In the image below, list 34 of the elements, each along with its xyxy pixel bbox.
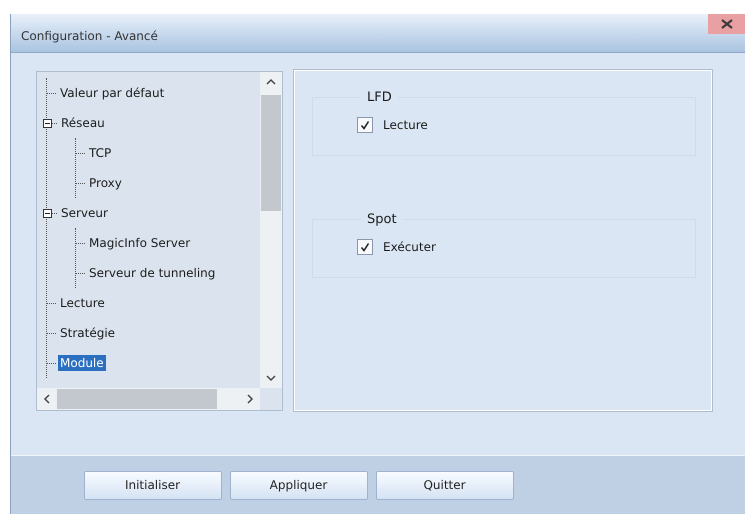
collapse-icon[interactable]	[43, 208, 52, 218]
vertical-scrollbar[interactable]	[260, 72, 282, 388]
checkmark-icon	[360, 120, 370, 130]
close-button[interactable]	[708, 14, 745, 34]
tree-item[interactable]: Serveur de tunneling	[87, 265, 218, 281]
group-title: Spot	[366, 212, 398, 227]
scroll-left-icon[interactable]	[43, 394, 51, 404]
tree-item[interactable]: MagicInfo Server	[87, 235, 192, 251]
tree-item[interactable]: Lecture	[58, 295, 107, 311]
dialog-button[interactable]: Initialiser	[84, 470, 222, 500]
checkbox-label[interactable]: Lecture	[383, 118, 428, 132]
horizontal-scrollbar[interactable]	[37, 388, 260, 410]
collapse-icon[interactable]	[43, 118, 52, 128]
checkbox[interactable]	[357, 239, 373, 255]
tree-item[interactable]: Réseau	[59, 115, 107, 131]
tree-item[interactable]: TCP	[87, 145, 114, 161]
tree-item[interactable]: Serveur	[59, 205, 110, 221]
scrollbar-thumb[interactable]	[57, 389, 217, 409]
scroll-down-icon[interactable]	[266, 374, 276, 382]
scroll-right-icon[interactable]	[246, 394, 254, 404]
checkbox[interactable]	[357, 117, 373, 133]
dialog-button[interactable]: Quitter	[376, 470, 514, 500]
group-title: LFD	[366, 90, 393, 105]
dialog-button[interactable]: Appliquer	[230, 470, 368, 500]
tree-item[interactable]: Stratégie	[58, 325, 118, 341]
scrollbar-thumb[interactable]	[261, 95, 281, 211]
window-title: Configuration - Avancé	[20, 29, 158, 43]
tree-item[interactable]: Module	[58, 355, 106, 371]
checkbox-label[interactable]: Exécuter	[383, 240, 436, 254]
scroll-up-icon[interactable]	[266, 78, 276, 86]
checkmark-icon	[360, 242, 370, 252]
tree-item[interactable]: Valeur par défaut	[58, 85, 166, 101]
tree-item[interactable]: Proxy	[87, 175, 124, 191]
close-icon	[721, 19, 733, 29]
